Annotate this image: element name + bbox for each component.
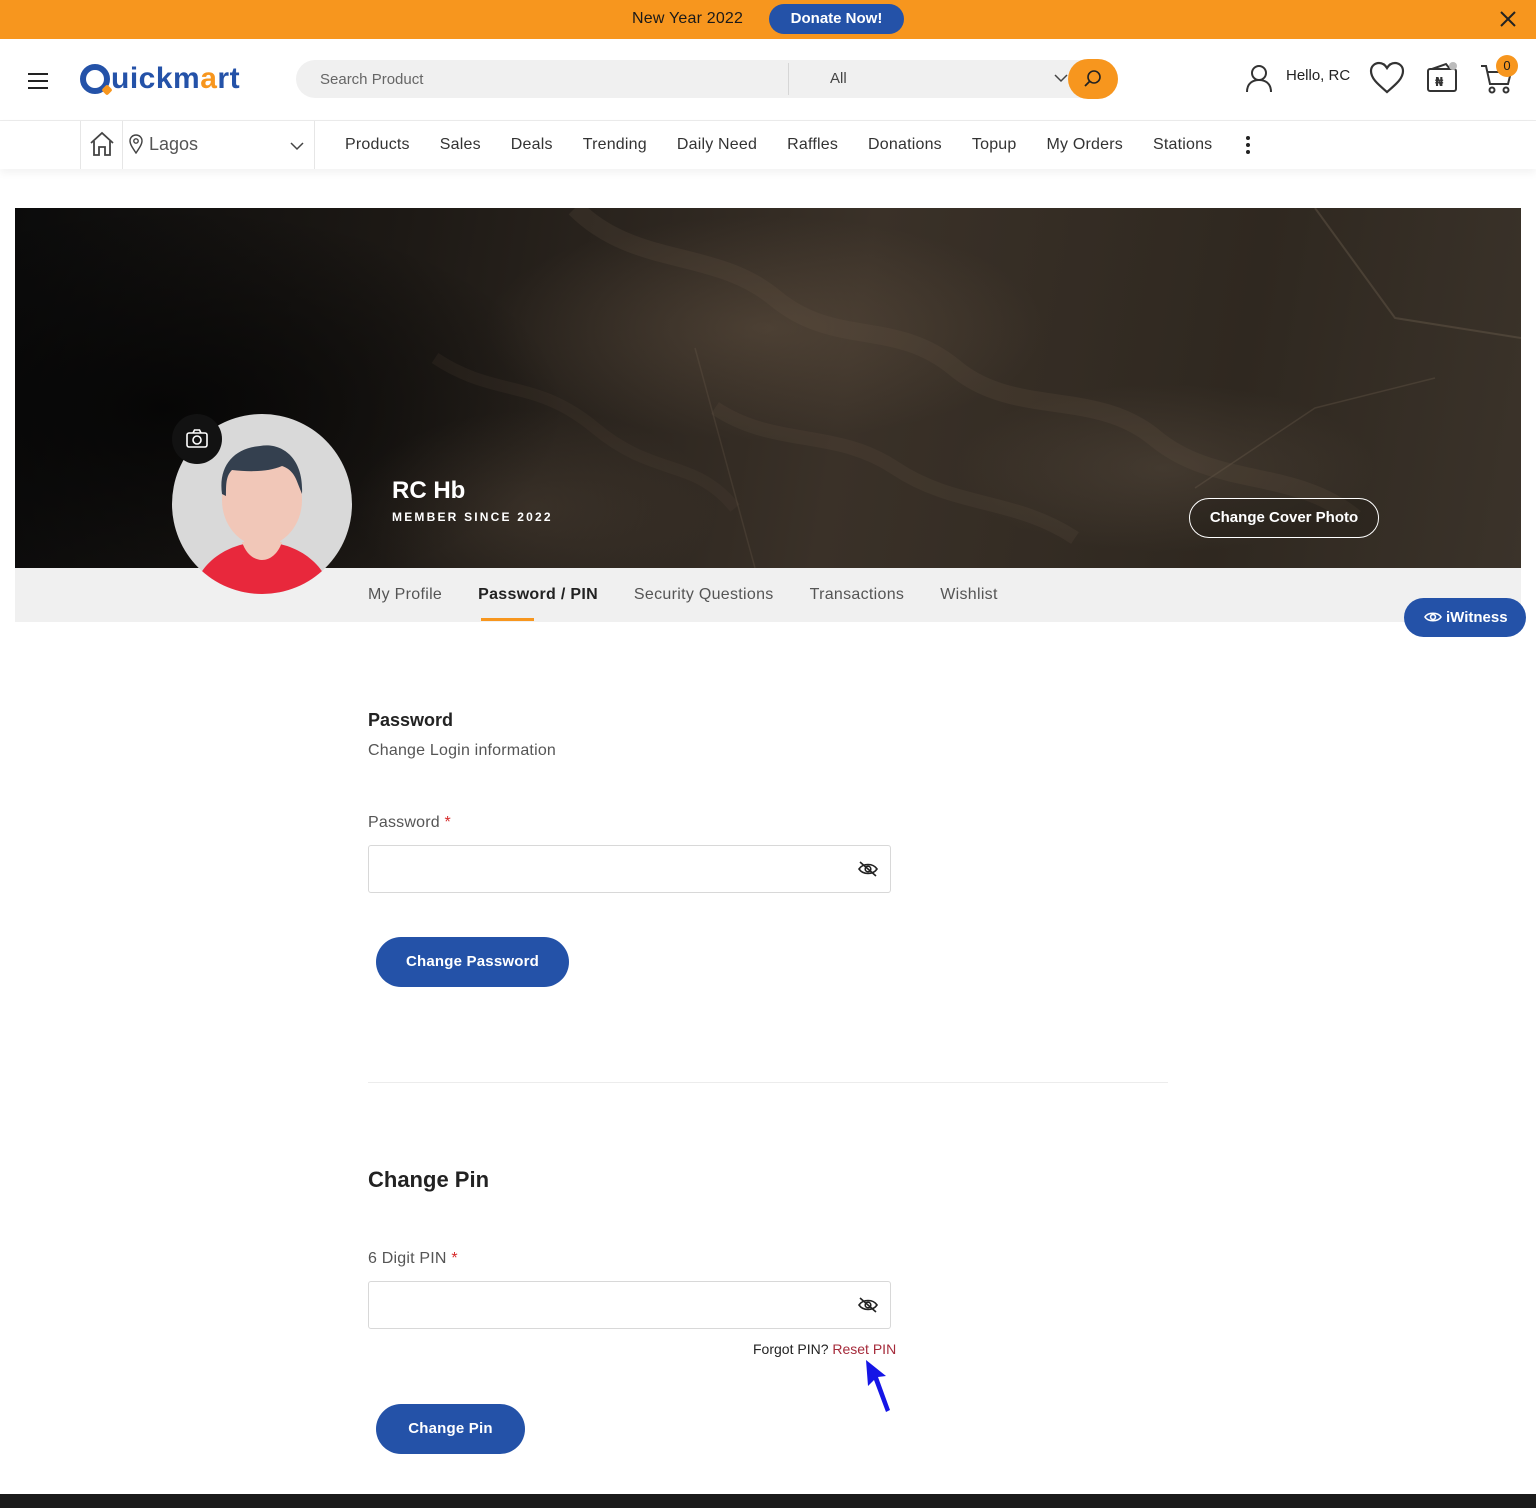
member-since: MEMBER SINCE 2022 [392, 510, 553, 524]
svg-text:₦: ₦ [1435, 75, 1444, 89]
pin-input[interactable] [369, 1282, 839, 1328]
eye-off-icon[interactable] [857, 860, 879, 878]
camera-icon [186, 429, 208, 448]
nav-item-stations[interactable]: Stations [1153, 136, 1212, 154]
change-avatar-button[interactable] [172, 414, 222, 464]
site-header: uickmart All Hello, RC ₦ 0 [0, 39, 1536, 121]
search-bar: All [296, 59, 1118, 99]
search-icon [1084, 70, 1101, 87]
nav-separator [122, 121, 123, 169]
pin-field-label: 6 Digit PIN * [368, 1250, 458, 1267]
password-section-title: Password [368, 710, 454, 730]
tab-transactions[interactable]: Transactions [810, 586, 905, 604]
nav-menu: Products Sales Deals Trending Daily Need… [345, 136, 1242, 154]
active-tab-indicator [481, 618, 534, 621]
password-field [368, 845, 891, 893]
search-input[interactable] [296, 60, 788, 98]
eye-off-icon[interactable] [857, 1296, 879, 1314]
nav-item-sales[interactable]: Sales [440, 136, 481, 154]
search-category-select[interactable]: All [830, 70, 847, 87]
hamburger-icon[interactable] [28, 73, 48, 89]
donate-now-button[interactable]: Donate Now! [769, 4, 904, 34]
footer-strip [0, 1494, 1536, 1508]
change-password-button[interactable]: Change Password [376, 937, 569, 987]
cart-count-badge: 0 [1496, 55, 1518, 77]
chevron-down-icon[interactable] [289, 138, 305, 154]
tab-my-profile[interactable]: My Profile [368, 586, 442, 604]
required-mark: * [451, 1250, 458, 1267]
password-field-label: Password * [368, 814, 451, 831]
required-mark: * [444, 814, 451, 831]
pin-section-title: Change Pin [368, 1167, 490, 1192]
tab-password-pin[interactable]: Password / PIN [478, 586, 598, 604]
nav-item-deals[interactable]: Deals [511, 136, 553, 154]
password-section-subtitle: Change Login information [368, 742, 557, 759]
promo-text: New Year 2022 [632, 10, 744, 27]
nav-item-raffles[interactable]: Raffles [787, 136, 838, 154]
more-vertical-icon[interactable] [1246, 136, 1252, 154]
change-pin-button[interactable]: Change Pin [376, 1404, 525, 1454]
nav-item-my-orders[interactable]: My Orders [1046, 136, 1122, 154]
heart-icon[interactable] [1369, 61, 1405, 95]
change-cover-photo-button[interactable]: Change Cover Photo [1189, 498, 1379, 538]
pin-field [368, 1281, 891, 1329]
profile-name: RC Hb [392, 477, 466, 504]
main-nav: Lagos Products Sales Deals Trending Dail… [0, 121, 1536, 169]
iwitness-button[interactable]: iWitness [1404, 598, 1526, 637]
logo-q-mark [80, 64, 110, 94]
password-input[interactable] [369, 846, 839, 892]
logo-text: uickmart [111, 62, 241, 95]
home-icon[interactable] [89, 131, 115, 157]
nav-item-topup[interactable]: Topup [972, 136, 1017, 154]
nav-location-area: Lagos [80, 121, 315, 169]
profile-tabs: My Profile Password / PIN Security Quest… [368, 586, 1034, 604]
chevron-down-icon[interactable] [1053, 70, 1069, 86]
cursor-arrow-icon [866, 1360, 890, 1412]
close-icon[interactable] [1498, 9, 1518, 29]
tab-wishlist[interactable]: Wishlist [940, 586, 998, 604]
wallet-icon[interactable]: ₦ [1426, 61, 1460, 95]
quickmart-logo[interactable]: uickmart [80, 59, 240, 99]
section-divider [368, 1082, 1168, 1083]
user-icon[interactable] [1244, 63, 1274, 93]
nav-item-donations[interactable]: Donations [868, 136, 942, 154]
location-select[interactable]: Lagos [149, 134, 198, 155]
nav-item-products[interactable]: Products [345, 136, 410, 154]
forgot-pin-text: Forgot PIN? Reset PIN [753, 1341, 897, 1357]
eye-icon [1424, 612, 1442, 622]
nav-item-trending[interactable]: Trending [583, 136, 647, 154]
search-button[interactable] [1068, 59, 1118, 99]
location-pin-icon [129, 134, 143, 154]
tab-security-questions[interactable]: Security Questions [634, 586, 774, 604]
reset-pin-link[interactable]: Reset PIN [832, 1341, 896, 1357]
search-divider [788, 63, 789, 95]
nav-item-daily-need[interactable]: Daily Need [677, 136, 757, 154]
iwitness-label: iWitness [1446, 609, 1508, 626]
promo-bar: New Year 2022 Donate Now! [0, 0, 1536, 39]
user-greeting[interactable]: Hello, RC [1286, 67, 1350, 84]
